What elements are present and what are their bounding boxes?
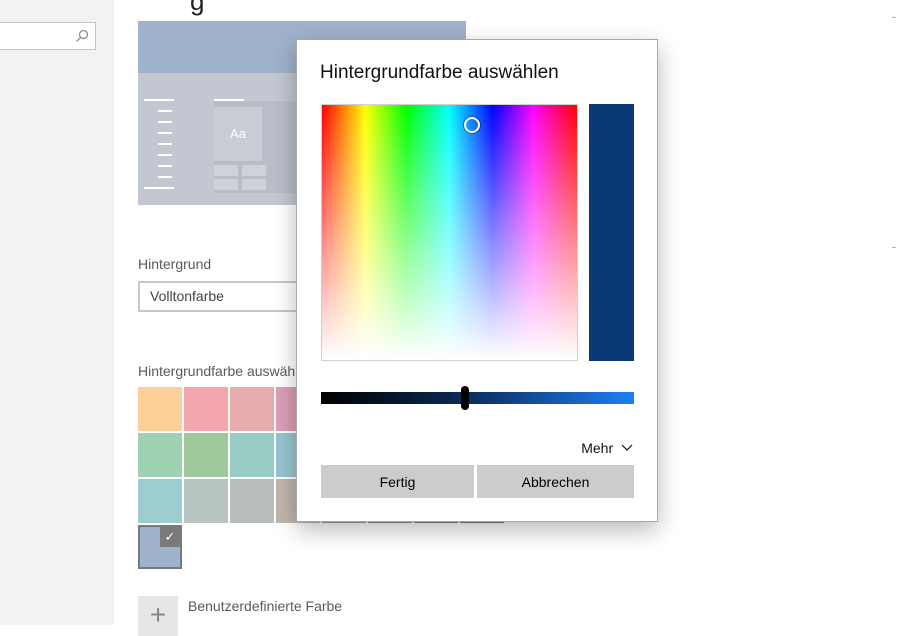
color-swatch[interactable] — [184, 387, 228, 431]
custom-color-label[interactable]: Benutzerdefinierte Farbe — [188, 598, 342, 614]
slider-thumb[interactable] — [460, 386, 469, 410]
color-swatch[interactable] — [184, 433, 228, 477]
more-label: Mehr — [581, 440, 614, 456]
chevron-down-icon — [621, 444, 633, 451]
color-swatch[interactable] — [138, 433, 182, 477]
page-title: g — [190, 0, 205, 16]
spectrum-handle[interactable] — [464, 117, 481, 134]
color-swatch-selected[interactable]: ✓ — [138, 525, 182, 569]
color-swatch[interactable] — [230, 433, 274, 477]
preview-start-menu — [144, 99, 174, 198]
dialog-title: Hintergrundfarbe auswählen — [320, 62, 559, 83]
preview-window: Aa — [214, 99, 304, 193]
color-spectrum[interactable] — [321, 104, 578, 361]
check-icon: ✓ — [160, 527, 180, 547]
selected-color-preview — [589, 104, 634, 361]
more-button[interactable]: Mehr — [581, 440, 633, 456]
cancel-button[interactable]: Abbrechen — [477, 465, 634, 498]
edge-mark: ˉ — [892, 244, 896, 258]
background-label: Hintergrund — [138, 256, 212, 272]
edge-mark: ˉ — [892, 14, 896, 28]
plus-icon: + — [149, 599, 167, 630]
search-icon — [76, 29, 89, 42]
done-button[interactable]: Fertig — [321, 465, 474, 498]
preview-tile: Aa — [214, 107, 262, 161]
background-color-label: Hintergrundfarbe auswähl — [138, 363, 299, 379]
color-swatch[interactable] — [138, 387, 182, 431]
color-swatch[interactable] — [138, 479, 182, 523]
search-input[interactable] — [0, 22, 96, 50]
navigation-pane — [0, 0, 114, 625]
background-dropdown[interactable]: Volltonfarbe — [138, 281, 308, 312]
color-swatch[interactable] — [230, 387, 274, 431]
color-picker-dialog: Hintergrundfarbe auswählen Mehr Fertig A… — [296, 39, 658, 522]
custom-color-button[interactable]: + — [138, 596, 178, 636]
brightness-slider[interactable] — [321, 386, 634, 410]
color-swatch[interactable] — [184, 479, 228, 523]
color-swatch[interactable] — [230, 479, 274, 523]
